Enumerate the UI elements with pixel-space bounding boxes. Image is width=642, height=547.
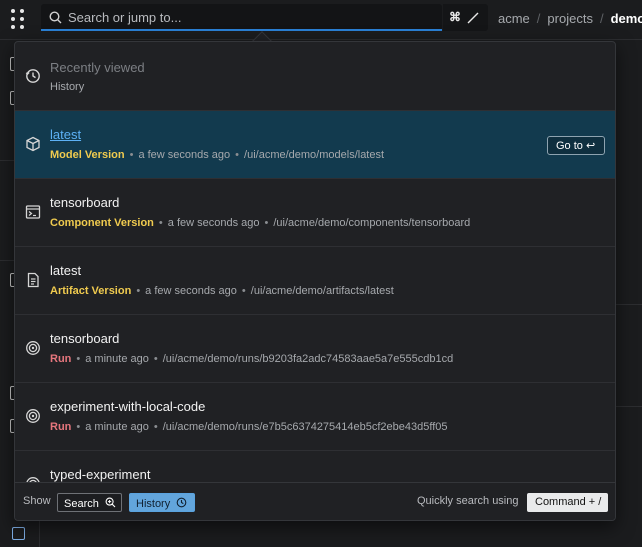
result-name[interactable]: latest	[50, 127, 81, 142]
result-name[interactable]: tensorboard	[50, 195, 119, 210]
meta-separator: •	[153, 353, 158, 365]
keyboard-shortcut-badge: Command + /	[527, 493, 608, 512]
history-icon	[25, 68, 41, 84]
result-path: /ui/acme/demo/artifacts/latest	[250, 285, 394, 297]
top-bar: ⌘ acme / projects / demo	[0, 0, 642, 40]
search-input[interactable]	[68, 7, 428, 27]
result-meta: Model Version • a few seconds ago • /ui/acme…	[50, 149, 384, 161]
section-header: Recently viewed History	[15, 42, 615, 110]
breadcrumb-demo[interactable]: demo	[611, 11, 642, 26]
search-result-row[interactable]: tensorboard Component Version • a few seco…	[15, 178, 615, 246]
breadcrumb-separator: /	[536, 11, 541, 26]
search-result-row[interactable]: tensorboard Run • a minute ago • /ui/acme/de…	[15, 314, 615, 382]
section-subtitle: History	[50, 81, 85, 93]
run-target-icon	[25, 408, 41, 424]
breadcrumb-separator: /	[599, 11, 604, 26]
result-kind: Component Version	[50, 217, 154, 229]
result-meta: Run • a minute ago • /ui/acme/demo/runs/b920…	[50, 353, 453, 365]
result-kind: Run	[50, 421, 72, 433]
history-icon	[176, 497, 187, 508]
quick-search-label: Quickly search using	[417, 495, 519, 507]
command-key-icon: ⌘	[449, 10, 461, 24]
app-menu-icon[interactable]	[9, 8, 29, 30]
meta-separator: •	[136, 285, 141, 297]
search-chip-label: Search	[64, 498, 99, 510]
meta-separator: •	[76, 353, 81, 365]
meta-separator: •	[264, 217, 269, 229]
meta-separator: •	[153, 421, 158, 433]
result-name[interactable]: experiment-with-local-code	[50, 399, 205, 414]
breadcrumb: acme / projects / demo	[498, 11, 642, 26]
result-time: a minute ago	[85, 421, 149, 433]
breadcrumb-projects[interactable]: projects	[547, 11, 593, 26]
search-dropdown: Recently viewed History latest Model Ver…	[14, 41, 616, 521]
result-meta: Component Version • a few seconds ago • /ui/…	[50, 217, 470, 229]
shortcut-hint: ⌘	[443, 4, 488, 31]
show-label: Show	[23, 495, 51, 507]
section-title: Recently viewed	[50, 60, 145, 75]
result-kind: Run	[50, 353, 72, 365]
result-path: /ui/acme/demo/runs/e7b5c6374275414eb5cf2…	[162, 421, 448, 433]
page-divider	[616, 406, 642, 407]
meta-separator: •	[129, 149, 134, 161]
result-name[interactable]: tensorboard	[50, 331, 119, 346]
search-zoom-icon	[105, 497, 116, 508]
run-target-icon	[25, 340, 41, 356]
search-filter-chip[interactable]: Search	[57, 493, 122, 512]
search-result-row[interactable]: latest Artifact Version • a few seconds ag…	[15, 246, 615, 314]
table-icon[interactable]	[12, 527, 25, 540]
model-cube-icon	[25, 136, 41, 152]
result-time: a minute ago	[85, 353, 149, 365]
result-kind: Model Version	[50, 149, 125, 161]
search-box[interactable]	[41, 4, 442, 31]
meta-separator: •	[241, 285, 246, 297]
result-name[interactable]: typed-experiment	[50, 467, 150, 482]
results-list: Recently viewed History latest Model Ver…	[15, 42, 615, 482]
meta-separator: •	[158, 217, 163, 229]
history-filter-chip[interactable]: History	[129, 493, 195, 512]
result-meta: Run • a minute ago • /ui/acme/demo/runs/e7b5…	[50, 421, 448, 433]
search-result-row[interactable]: latest Model Version • a few seconds ago • /…	[15, 110, 615, 178]
search-result-row[interactable]: typed-experiment	[15, 450, 615, 482]
search-result-row[interactable]: experiment-with-local-code Run • a minute …	[15, 382, 615, 450]
artifact-file-icon	[25, 272, 41, 288]
page-divider	[616, 304, 642, 305]
meta-separator: •	[235, 149, 240, 161]
breadcrumb-acme[interactable]: acme	[498, 11, 530, 26]
result-time: a few seconds ago	[138, 149, 231, 161]
go-to-button[interactable]: Go to ↩	[547, 136, 605, 155]
slash-key-icon	[467, 12, 479, 24]
meta-separator: •	[76, 421, 81, 433]
result-path: /ui/acme/demo/components/tensorboard	[273, 217, 471, 229]
result-meta: Artifact Version • a few seconds ago • /ui/a…	[50, 285, 394, 297]
result-name[interactable]: latest	[50, 263, 81, 278]
terminal-component-icon	[25, 204, 41, 220]
history-chip-label: History	[136, 498, 171, 510]
result-path: /ui/acme/demo/models/latest	[244, 149, 385, 161]
search-icon	[49, 11, 62, 24]
result-time: a few seconds ago	[167, 217, 260, 229]
result-kind: Artifact Version	[50, 285, 132, 297]
result-path: /ui/acme/demo/runs/b9203fa2adc74583aae5a…	[162, 353, 454, 365]
result-time: a few seconds ago	[145, 285, 237, 297]
dropdown-footer: Show Search History Quickly search using…	[15, 482, 615, 520]
